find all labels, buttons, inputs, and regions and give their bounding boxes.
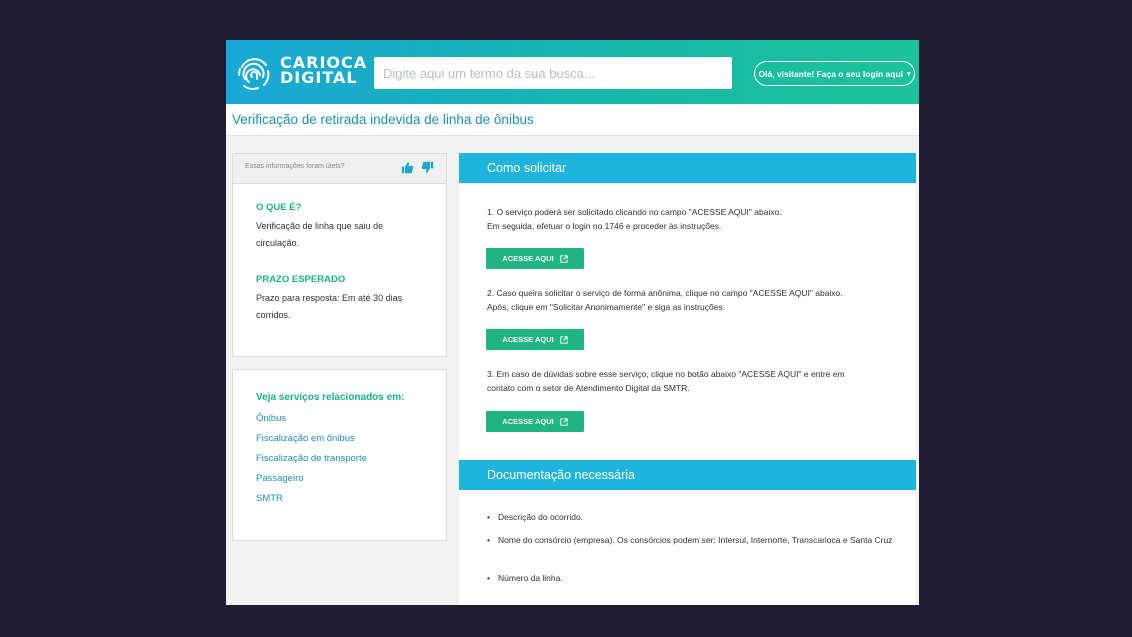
thumbs-down-icon[interactable] [421,161,434,174]
search-input[interactable] [374,57,732,89]
document-item-text: Descrição do ocorrido. [498,512,584,522]
access-button-label: ACESSE AQUI [502,254,554,263]
document-item: • Número da linha. [487,571,897,585]
step-line: 1. O serviço poderá ser solicitado clica… [487,207,782,217]
documents-header: Documentação necessária [459,460,916,490]
login-button[interactable]: Olá, visitante! Faça o seu login aqui ▾ [754,61,915,86]
document-item-text: Nome do consórcio (empresa). Os consórci… [498,535,893,545]
page-title: Verificação de retirada indevida de linh… [232,112,534,127]
browser-page: CARIOCA DIGITAL Olá, visitante! Faça o s… [226,40,919,605]
documents-title: Documentação necessária [487,468,635,482]
brand-name[interactable]: CARIOCA DIGITAL [280,55,367,87]
step-line: 3. Em caso de dúvidas sobre esse serviço… [487,369,845,379]
chevron-down-icon: ▾ [907,70,911,78]
access-button-label: ACESSE AQUI [502,417,554,426]
related-link-passageiro[interactable]: Passageiro [256,473,304,484]
how-to-title: Como solicitar [487,161,567,175]
step-line: Após, clique em "Solicitar Anonimamente"… [487,302,726,312]
document-item: • Descrição do ocorrido. [487,510,897,524]
step-2-text: 2. Caso queira solicitar o serviço de fo… [487,286,897,314]
access-button-3[interactable]: ACESSE AQUI [486,411,584,432]
related-link-onibus[interactable]: Ônibus [256,413,286,424]
step-1-text: 1. O serviço poderá ser solicitado clica… [487,205,897,233]
document-item: • Nome do consórcio (empresa). Os consór… [487,533,897,547]
brand-line-2: DIGITAL [280,68,358,87]
related-services-title: Veja serviços relacionados em: [256,392,405,403]
login-label: Olá, visitante! Faça o seu login aqui [758,68,904,79]
access-button-2[interactable]: ACESSE AQUI [486,329,584,350]
deadline-title: PRAZO ESPERADO [256,274,346,285]
related-link-fiscalizacao-transporte[interactable]: Fiscalização de transporte [256,453,367,464]
step-3-text: 3. Em caso de dúvidas sobre esse serviço… [487,367,897,395]
document-item-text: Número da linha. [498,573,563,583]
external-link-icon [560,335,568,344]
external-link-icon [560,417,568,426]
service-info-card: Essas informações foram úteis? O QUE É? … [232,153,447,357]
related-services-card: Veja serviços relacionados em: Ônibus Fi… [232,369,447,541]
title-bar: Verificação de retirada indevida de linh… [226,104,919,136]
fingerprint-icon[interactable] [234,53,274,93]
bullet: • [487,573,490,583]
related-link-smtr[interactable]: SMTR [256,493,283,504]
what-is-text: Verificação de linha que saiu de circula… [256,221,384,248]
site-header: CARIOCA DIGITAL Olá, visitante! Faça o s… [226,40,919,104]
service-content: Como solicitar 1. O serviço poderá ser s… [459,153,916,605]
how-to-header: Como solicitar [459,153,916,183]
thumbs-up-icon[interactable] [401,161,414,174]
access-button-1[interactable]: ACESSE AQUI [486,248,584,269]
step-line: contato com o setor de Atendimento Digit… [487,383,690,393]
external-link-icon [560,254,568,263]
bullet: • [487,535,490,545]
feedback-question: Essas informações foram úteis? [245,163,345,170]
bullet: • [487,512,490,522]
feedback-bar: Essas informações foram úteis? [233,154,446,184]
step-line: Em seguida, efetuar o login no 1746 e pr… [487,221,722,231]
access-button-label: ACESSE AQUI [502,335,554,344]
deadline-text: Prazo para resposta: Em até 30 dias corr… [256,293,403,320]
what-is-title: O QUE É? [256,202,302,213]
related-link-fiscalizacao-onibus[interactable]: Fiscalização em ônibus [256,433,355,444]
step-line: 2. Caso queira solicitar o serviço de fo… [487,288,843,298]
